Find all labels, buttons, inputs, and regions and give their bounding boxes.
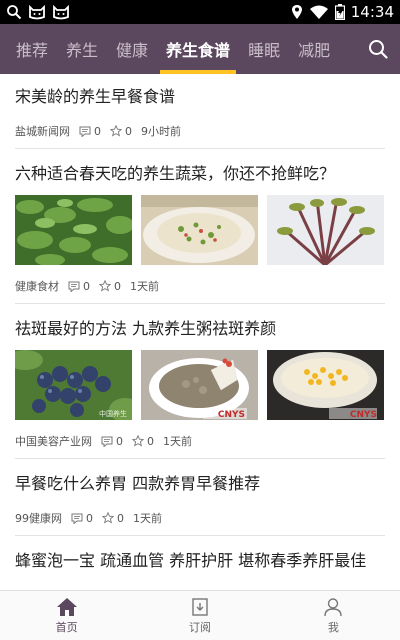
status-bar-left-icons — [6, 4, 70, 20]
like-count: 0 — [99, 280, 121, 293]
bottom-tab-label: 订阅 — [188, 620, 211, 634]
comment-count-value: 0 — [83, 279, 90, 293]
like-count: 0 — [102, 512, 124, 525]
tab-tuijian[interactable]: 推荐 — [16, 24, 48, 74]
article-meta: 99健康网 0 0 1天前 — [15, 501, 385, 535]
article-feed[interactable]: 宋美龄的养生早餐食谱 盐城新闻网 0 0 9小时前 六种适合春天吃的养生蔬菜，你 — [0, 74, 400, 590]
status-time: 14:34 — [350, 3, 394, 21]
star-icon — [99, 280, 111, 292]
status-bar-right: 14:34 — [291, 3, 394, 21]
location-icon — [291, 5, 302, 19]
comment-icon — [71, 513, 83, 524]
article-meta: 健康食材 0 0 1天前 — [15, 269, 385, 303]
like-count-value: 0 — [147, 434, 154, 448]
thumbnail-toon-sprouts[interactable] — [267, 195, 384, 265]
wifi-icon — [309, 5, 328, 19]
subscribe-icon — [192, 597, 208, 616]
comment-icon — [101, 436, 113, 447]
tab-jianfei[interactable]: 减肥 — [298, 24, 330, 74]
like-count: 0 — [132, 435, 154, 448]
star-icon — [110, 125, 122, 137]
article-card[interactable]: 六种适合春天吃的养生蔬菜，你还不抢鲜吃？ 健康食材 0 0 1天前 — [15, 149, 385, 304]
article-source: 99健康网 — [15, 512, 62, 525]
article-time: 9小时前 — [141, 125, 181, 138]
thumbnail-blueberries[interactable]: 中国养生 — [15, 350, 132, 420]
tab-yangsheng-shipu[interactable]: 养生食谱 — [160, 24, 237, 74]
watermark: 中国养生 — [99, 409, 127, 418]
category-tabs: 推荐 养生 健康 养生食谱 睡眠 减肥 — [0, 24, 356, 74]
article-source: 健康食材 — [15, 280, 59, 293]
like-count-value: 0 — [125, 124, 132, 138]
article-images: 中国养生 CNYS CNYS — [15, 350, 385, 420]
comment-count-value: 0 — [86, 511, 93, 525]
watermark: CNYS — [218, 410, 245, 420]
article-card[interactable]: 蜂蜜泡一宝 疏通血管 养肝护肝 堪称春季养肝最佳 — [15, 536, 385, 572]
article-title[interactable]: 六种适合春天吃的养生蔬菜，你还不抢鲜吃？ — [15, 149, 385, 185]
search-icon — [369, 40, 388, 59]
cat-face-icon — [29, 4, 45, 20]
article-source: 盐城新闻网 — [15, 125, 70, 138]
bottom-tab-home[interactable]: 首页 — [0, 591, 133, 640]
like-count-value: 0 — [117, 511, 124, 525]
category-nav: 推荐 养生 健康 养生食谱 睡眠 减肥 — [0, 24, 400, 74]
comment-count-value: 0 — [94, 124, 101, 138]
article-time: 1天前 — [130, 280, 159, 293]
comment-count: 0 — [68, 280, 90, 293]
battery-icon — [334, 4, 345, 20]
thumbnail-green-leafy-vegetables[interactable] — [15, 195, 132, 265]
search-icon — [7, 5, 22, 20]
search-button[interactable] — [356, 24, 400, 74]
like-count: 0 — [110, 125, 132, 138]
article-title[interactable]: 早餐吃什么养胃 四款养胃早餐推荐 — [15, 459, 385, 495]
bottom-tab-label: 我 — [327, 620, 339, 634]
article-card[interactable]: 宋美龄的养生早餐食谱 盐城新闻网 0 0 9小时前 — [15, 74, 385, 149]
status-bar: 14:34 — [0, 0, 400, 24]
bottom-tab-me[interactable]: 我 — [267, 591, 400, 640]
watermark: CNYS — [350, 410, 377, 420]
comment-count: 0 — [71, 512, 93, 525]
cat-face-icon — [53, 4, 69, 20]
article-images — [15, 195, 385, 265]
article-source: 中国美容产业网 — [15, 435, 92, 448]
tab-shuimian[interactable]: 睡眠 — [248, 24, 280, 74]
comment-icon — [79, 126, 91, 137]
thumbnail-corn-soup-bowl[interactable]: CNYS — [267, 350, 384, 420]
tab-jiankang[interactable]: 健康 — [116, 24, 148, 74]
comment-count: 0 — [79, 125, 101, 138]
article-time: 1天前 — [163, 435, 192, 448]
bottom-tab-label: 首页 — [55, 620, 78, 634]
like-count-value: 0 — [114, 279, 121, 293]
tab-yangsheng[interactable]: 养生 — [66, 24, 98, 74]
user-icon — [324, 597, 343, 616]
article-title[interactable]: 宋美龄的养生早餐食谱 — [15, 74, 385, 108]
star-icon — [102, 512, 114, 524]
comment-count: 0 — [101, 435, 123, 448]
article-title[interactable]: 祛斑最好的方法 九款养生粥祛斑养颜 — [15, 304, 385, 340]
article-card[interactable]: 早餐吃什么养胃 四款养胃早餐推荐 99健康网 0 0 1天前 — [15, 459, 385, 536]
comment-count-value: 0 — [116, 434, 123, 448]
bottom-nav: 首页 订阅 我 — [0, 590, 400, 640]
thumbnail-rice-with-vegetables[interactable] — [141, 195, 258, 265]
article-title[interactable]: 蜂蜜泡一宝 疏通血管 养肝护肝 堪称春季养肝最佳 — [15, 536, 385, 572]
thumbnail-porridge-bowl[interactable]: CNYS — [141, 350, 258, 420]
article-meta: 中国美容产业网 0 0 1天前 — [15, 424, 385, 458]
comment-icon — [68, 281, 80, 292]
article-meta: 盐城新闻网 0 0 9小时前 — [15, 114, 385, 148]
article-card[interactable]: 祛斑最好的方法 九款养生粥祛斑养颜 中国养生 CNYS CNYS 中国美容产业网… — [15, 304, 385, 459]
home-icon — [56, 597, 77, 616]
bottom-tab-subscribe[interactable]: 订阅 — [133, 591, 266, 640]
article-time: 1天前 — [133, 512, 162, 525]
star-icon — [132, 435, 144, 447]
